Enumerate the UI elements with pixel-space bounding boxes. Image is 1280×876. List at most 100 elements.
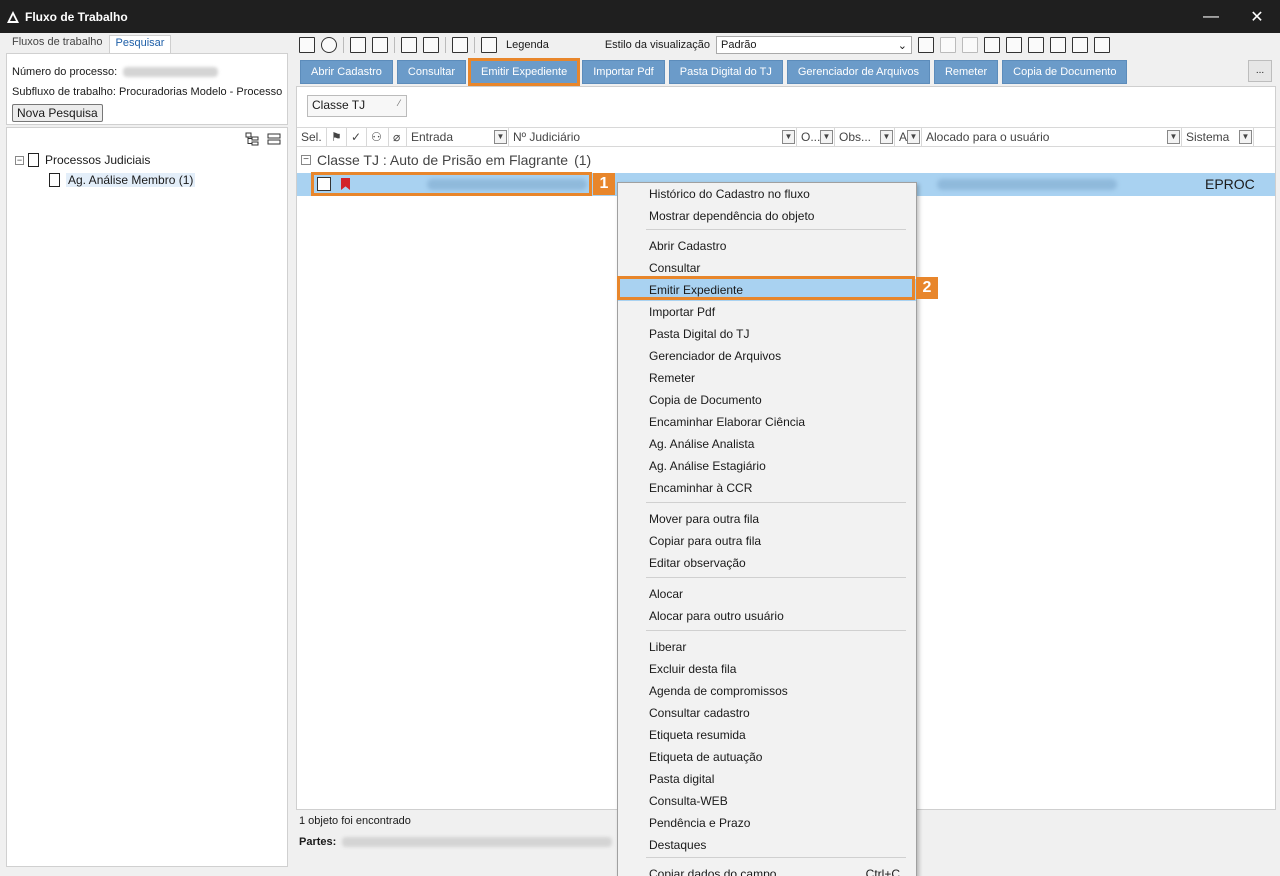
menu-item[interactable]: Encaminhar à CCR [618,477,916,499]
status-bar-right [916,812,1280,876]
menu-item[interactable]: Pasta Digital do TJ [618,323,916,345]
col-numero-judicial[interactable]: Nº Judiciário ▼ [509,128,797,146]
expand-tree-icon[interactable] [245,132,259,146]
delete-icon [940,37,956,53]
chevron-down-icon[interactable]: ▼ [907,130,920,144]
group-row[interactable]: − Classe TJ : Auto de Prisão em Flagrant… [301,152,591,168]
menu-item[interactable]: Copia de Documento [618,389,916,411]
collapse-all-icon[interactable] [1072,37,1088,53]
collapse-tree-icon[interactable] [267,132,281,146]
menu-item[interactable]: Editar observação [618,552,916,574]
new-icon[interactable] [299,37,315,53]
collapse-icon[interactable]: − [15,155,24,165]
expand-all-icon[interactable] [1050,37,1066,53]
copy-icon[interactable] [350,37,366,53]
remove-group-icon[interactable]: ⁄ [398,98,400,108]
report-icon[interactable] [1006,37,1022,53]
col-o-label: O... [801,130,821,144]
emitir-expediente-button[interactable]: Emitir Expediente [467,58,581,86]
col-alocado[interactable]: Alocado para o usuário ▼ [922,128,1182,146]
paste-icon[interactable] [401,37,417,53]
step-badge-2: 2 [916,277,938,299]
copia-documento-button[interactable]: Copia de Documento [1002,60,1128,84]
gerenciador-arquivos-button[interactable]: Gerenciador de Arquivos [786,60,930,84]
col-entrada[interactable]: Entrada ▼ [407,128,509,146]
group-by-chip[interactable]: Classe TJ ⁄ [307,95,407,117]
col-sel-label: Sel. [301,130,322,144]
col-obs[interactable]: Obs... ▼ [835,128,895,146]
menu-item[interactable]: Histórico do Cadastro no fluxo [618,183,916,205]
menu-item[interactable]: Ag. Análise Analista [618,433,916,455]
menu-item[interactable]: Liberar [618,636,916,658]
collapse-icon[interactable]: − [301,155,311,165]
consultar-button[interactable]: Consultar [396,60,466,84]
menu-item[interactable]: Gerenciador de Arquivos [618,345,916,367]
legend-icon[interactable] [481,37,497,53]
minimize-button[interactable]: — [1188,0,1234,33]
menu-item[interactable]: Ag. Análise Estagiário [618,455,916,477]
nova-pesquisa-button[interactable]: Nova Pesquisa [12,104,103,122]
col-bookmark-icon[interactable]: ⚑ [327,128,347,146]
view-icon[interactable] [1028,37,1044,53]
menu-item[interactable]: Abrir Cadastro [618,235,916,257]
excel-icon[interactable] [984,37,1000,53]
tab-fluxos[interactable]: Fluxos de trabalho [6,35,109,53]
tree-item-ag-analise[interactable]: Ag. Análise Membro (1) [49,173,196,187]
menu-item[interactable]: Mostrar dependência do objeto [618,205,916,227]
grid-header: Sel. ⚑ ✓ ⚇ ⌀ Entrada ▼ Nº Judiciário ▼ O..… [297,127,1275,147]
chevron-down-icon[interactable]: ▼ [1239,130,1252,144]
close-button[interactable]: ✕ [1234,0,1280,33]
chevron-down-icon[interactable]: ▼ [782,130,795,144]
chevron-down-icon[interactable]: ▼ [1167,130,1180,144]
more-actions-button[interactable]: ... [1248,60,1272,82]
menu-item[interactable]: Alocar [618,583,916,605]
col-sel[interactable]: Sel. [297,128,327,146]
menu-item[interactable]: Pendência e Prazo [618,812,916,834]
menu-item[interactable]: Etiqueta resumida [618,724,916,746]
save-icon[interactable] [918,37,934,53]
refresh-icon[interactable] [321,37,337,53]
menu-item[interactable]: Mover para outra fila [618,508,916,530]
menu-item[interactable]: Copiar para outra fila [618,530,916,552]
tree-item-processos[interactable]: − Processos Judiciais [15,153,150,167]
abrir-cadastro-button[interactable]: Abrir Cadastro [300,60,393,84]
export-icon[interactable] [452,37,468,53]
menu-item[interactable]: Alocar para outro usuário [618,605,916,627]
print-icon[interactable] [1094,37,1110,53]
estilo-select[interactable]: Padrão ⌄ [716,36,912,54]
col-sistema[interactable]: Sistema ▼ [1182,128,1254,146]
tab-pesquisar[interactable]: Pesquisar [108,35,172,53]
menu-item[interactable]: Consulta-WEB [618,790,916,812]
clipboard-icon[interactable] [423,37,439,53]
col-alocado-label: Alocado para o usuário [926,130,1050,144]
document-icon [28,153,39,167]
legenda-label[interactable]: Legenda [506,39,549,51]
remeter-button[interactable]: Remeter [933,60,999,84]
menu-item[interactable]: Destaques [618,834,916,856]
chevron-down-icon[interactable]: ▼ [880,130,893,144]
col-check-icon[interactable]: ✓ [347,128,367,146]
menu-item[interactable]: Pasta digital [618,768,916,790]
col-tree-icon[interactable]: ⚇ [367,128,389,146]
col-a-label: A [899,130,908,144]
chevron-down-icon[interactable]: ▼ [820,130,833,144]
menu-item[interactable]: Excluir desta fila [618,658,916,680]
col-o[interactable]: O... ▼ [797,128,835,146]
menu-item[interactable]: Agenda de compromissos [618,680,916,702]
duplicate-icon[interactable] [372,37,388,53]
menu-item[interactable]: Etiqueta de autuação [618,746,916,768]
menu-item[interactable]: Consultar cadastro [618,702,916,724]
menu-item[interactable]: Encaminhar Elaborar Ciência [618,411,916,433]
group-by-label: Classe TJ [312,98,366,112]
pasta-digital-button[interactable]: Pasta Digital do TJ [668,60,783,84]
tree-child-label: Ag. Análise Membro (1) [66,173,196,187]
menu-item[interactable]: Importar Pdf [618,301,916,323]
importar-pdf-button[interactable]: Importar Pdf [582,60,665,84]
menu-shortcut: Ctrl+C [865,867,900,876]
partes-label: Partes: [299,836,337,848]
col-a[interactable]: A ▼ [895,128,922,146]
menu-item[interactable]: Remeter [618,367,916,389]
chevron-down-icon[interactable]: ▼ [494,130,507,144]
col-attachment-icon[interactable]: ⌀ [389,128,407,146]
estilo-label: Estilo da visualização [604,39,710,51]
